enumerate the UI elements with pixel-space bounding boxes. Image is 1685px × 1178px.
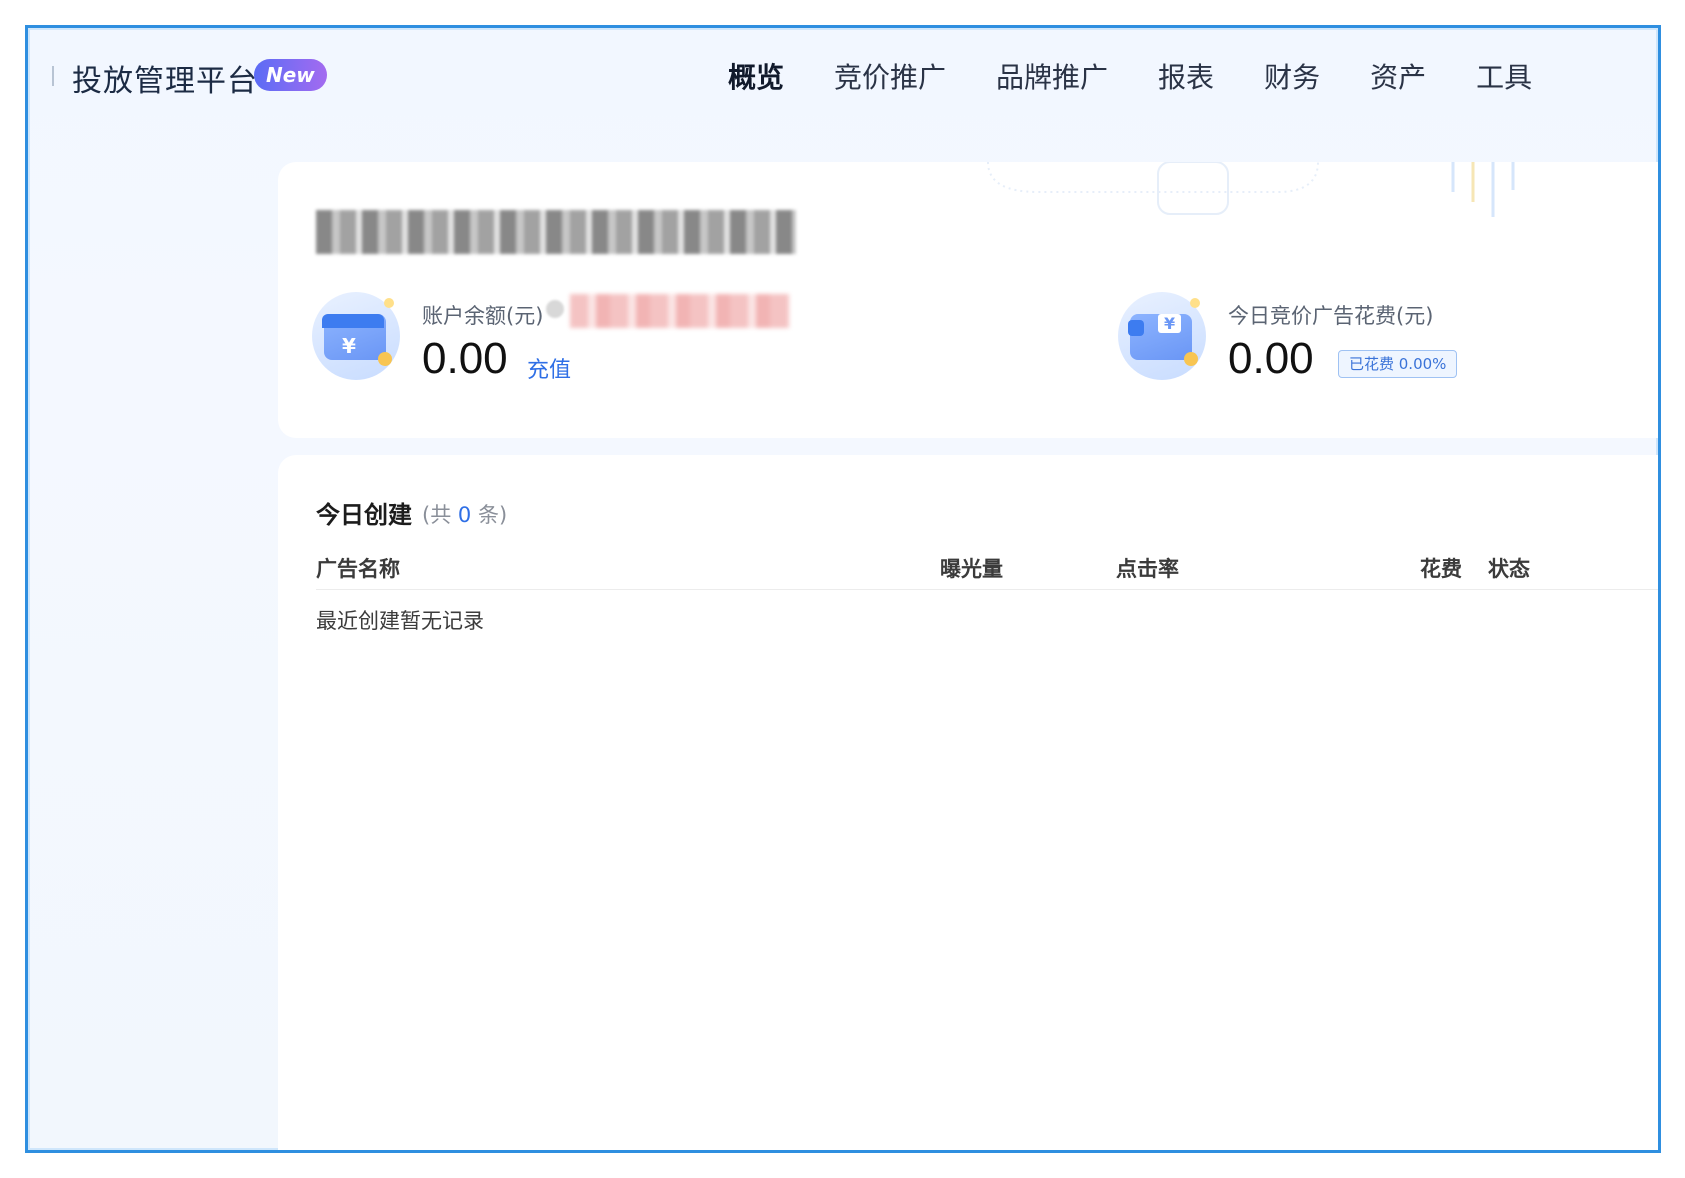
col-ad-name: 广告名称 [316,557,400,581]
count-prefix: (共 [422,503,452,527]
redacted-info [570,294,790,328]
col-status: 状态 [1488,557,1530,581]
count-suffix: 条) [477,503,508,527]
nav-tools[interactable]: 工具 [1476,56,1532,96]
col-ctr: 点击率 [1116,557,1179,581]
spend-value: 0.00 [1228,334,1314,383]
account-name-redacted [316,210,796,254]
nav-brand-promotion[interactable]: 品牌推广 [996,56,1108,96]
platform-title[interactable]: 投放管理平台 [72,56,258,100]
main-nav: 概览 竞价推广 品牌推广 报表 财务 资产 工具 [728,56,1582,96]
empty-state-text: 最近创建暂无记录 [316,609,484,633]
new-badge: New [254,59,327,91]
col-cost: 花费 [1420,557,1462,581]
spend-card-icon: ¥ [1118,292,1206,380]
today-created-card: 今日创建 (共 0 条) 广告名称 曝光量 点击率 花费 状态 最近创建暂无记录 [278,455,1658,1150]
nav-finance[interactable]: 财务 [1264,56,1320,96]
nav-reports[interactable]: 报表 [1158,56,1214,96]
count-number: 0 [457,503,472,527]
recharge-link[interactable]: 充值 [527,352,571,384]
redacted-mark [546,300,564,318]
spend-label: 今日竞价广告花费(元) [1228,304,1434,328]
balance-value: 0.00 [422,334,508,383]
top-header: 投放管理平台 New 概览 竞价推广 品牌推广 报表 财务 资产 工具 [28,28,1658,148]
spent-percent-badge: 已花费 0.00% [1338,350,1458,378]
nav-bidding-promotion[interactable]: 竞价推广 [834,56,946,96]
account-overview-card: ¥ 账户余额(元) 0.00 充值 ¥ 今日竞价广告花费(元) 0.00 已花费… [278,162,1658,438]
wallet-icon: ¥ [312,292,400,380]
decorative-pattern [987,162,1515,217]
nav-assets[interactable]: 资产 [1370,56,1426,96]
section-title: 今日创建 [316,501,412,529]
section-count: (共 0 条) [422,499,507,529]
table-header: 广告名称 曝光量 点击率 花费 状态 [316,553,1658,590]
col-impressions: 曝光量 [940,557,1003,581]
balance-label: 账户余额(元) [422,304,544,328]
app-window: 投放管理平台 New 概览 竞价推广 品牌推广 报表 财务 资产 工具 ¥ 账户… [25,25,1661,1153]
brand-divider [52,66,54,86]
nav-overview[interactable]: 概览 [728,56,784,96]
